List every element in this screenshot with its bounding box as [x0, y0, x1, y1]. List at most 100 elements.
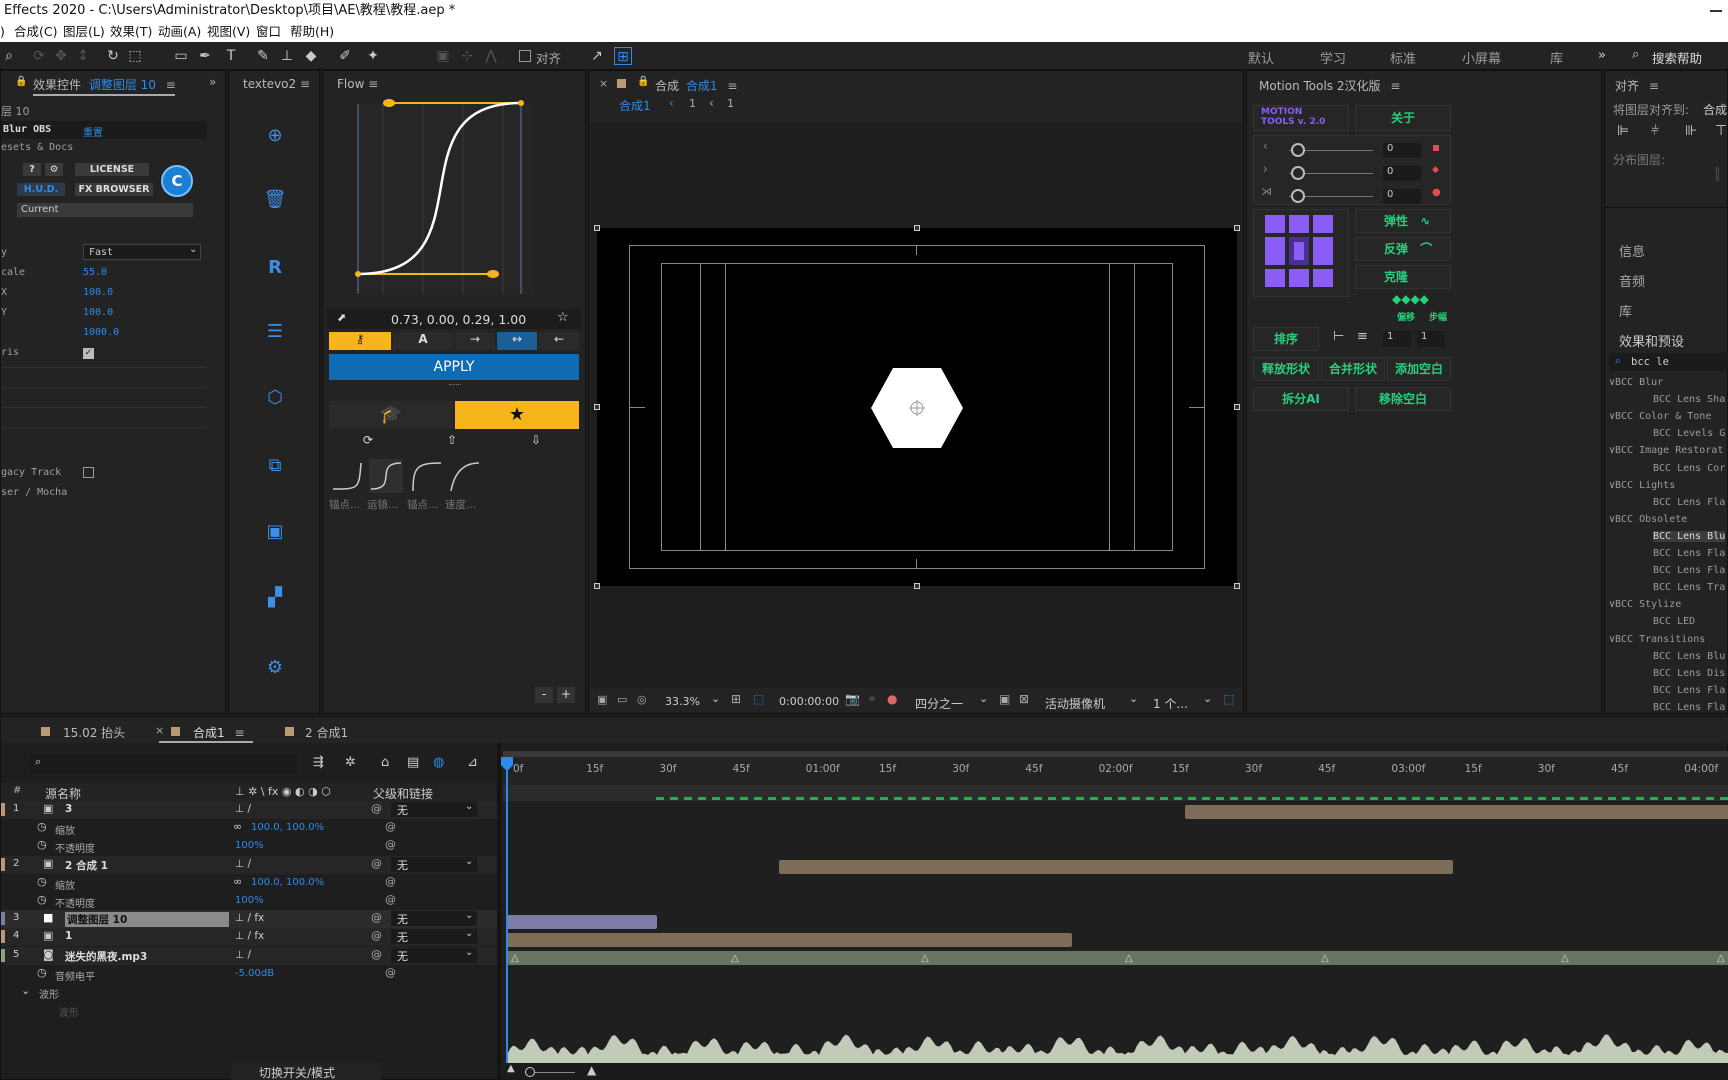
- license-button[interactable]: LICENSE: [75, 163, 149, 176]
- panel-overflow-icon[interactable]: »: [209, 75, 216, 89]
- workspace-overflow-icon[interactable]: »: [1598, 48, 1606, 63]
- expression-pickwhip-icon[interactable]: @: [385, 838, 396, 851]
- layer-switches[interactable]: ⊥ /: [235, 803, 251, 815]
- col-source-name[interactable]: 源名称: [45, 785, 81, 802]
- layer-search[interactable]: [29, 755, 297, 773]
- slider-1-square-icon[interactable]: [1433, 145, 1439, 151]
- seq-field-b[interactable]: 1: [1417, 331, 1445, 347]
- param-ris-checkbox[interactable]: ✓: [83, 348, 94, 359]
- property-value[interactable]: 100.0, 100.0%: [235, 877, 324, 888]
- layer-row[interactable]: 1 ▣ 3 ⊥ / @ 无 ⌄: [1, 801, 501, 819]
- split-ai-button[interactable]: 拆分AI: [1253, 387, 1349, 411]
- layer-3-bar[interactable]: [507, 915, 657, 929]
- marker-icon[interactable]: △: [1321, 953, 1329, 964]
- about-button[interactable]: 关于: [1355, 105, 1451, 131]
- slider-2-field[interactable]: 0: [1383, 166, 1421, 181]
- monitor-icon[interactable]: ▭: [617, 693, 627, 706]
- effect-category[interactable]: ∨BCC Blur: [1609, 377, 1663, 388]
- effect-preset-item[interactable]: BCC Lens Cor: [1653, 463, 1725, 474]
- search-help-input[interactable]: 搜索帮助: [1652, 48, 1702, 67]
- label-color-swatch[interactable]: [1, 930, 5, 944]
- nav-prev-icon[interactable]: ‹: [709, 96, 714, 110]
- views-value[interactable]: 1 个...: [1153, 695, 1188, 712]
- flow-tab[interactable]: Flow ≡: [337, 77, 378, 91]
- dolly-tool-icon[interactable]: ↕: [74, 47, 92, 65]
- legacy-track-checkbox[interactable]: [83, 467, 94, 478]
- align-right-icon[interactable]: ⊪: [1685, 123, 1697, 139]
- layer-name[interactable]: 迷失的黑夜.mp3: [65, 949, 147, 964]
- snap-options-icon[interactable]: ⊞: [614, 47, 632, 65]
- panel-menu-icon[interactable]: ≡: [166, 78, 176, 92]
- property-value[interactable]: 100.0, 100.0%: [235, 822, 324, 833]
- list-lines-icon[interactable]: ☰: [260, 321, 290, 342]
- resolution-value[interactable]: 四分之一: [915, 695, 963, 712]
- pan-tool-icon[interactable]: ✥: [52, 47, 70, 65]
- effect-category[interactable]: ∨BCC Image Restorat: [1609, 445, 1723, 456]
- anchor-grid[interactable]: [1265, 215, 1337, 287]
- anchor-mr-icon[interactable]: [1313, 237, 1333, 265]
- slider-2-knob[interactable]: [1291, 166, 1305, 180]
- offset-label[interactable]: 偏移: [1397, 310, 1415, 323]
- timeline-zoom-knob[interactable]: [525, 1067, 535, 1077]
- layer-4-bar[interactable]: [507, 933, 1072, 947]
- fit-frame-icon[interactable]: ⊞: [731, 692, 741, 706]
- show-snapshot-icon[interactable]: ⚭: [867, 692, 877, 706]
- settings-icon[interactable]: ⚙: [45, 163, 63, 176]
- fx-browser-button[interactable]: FX BROWSER: [75, 183, 153, 196]
- effect-preset-item[interactable]: BCC Levels G: [1653, 428, 1725, 439]
- handle-ml[interactable]: [594, 404, 600, 410]
- panel-menu-icon[interactable]: ≡: [368, 77, 378, 91]
- slider-3-knob[interactable]: [1291, 189, 1305, 203]
- camera-value[interactable]: 活动摄像机: [1045, 695, 1105, 712]
- parent-pickwhip-icon[interactable]: @: [371, 948, 382, 961]
- stopwatch-icon[interactable]: ◷: [37, 893, 47, 906]
- color-channels-icon[interactable]: ●: [887, 692, 897, 706]
- upload-icon[interactable]: ⇧: [447, 433, 457, 447]
- roi-icon[interactable]: ▣: [999, 692, 1010, 706]
- copy-layers-icon[interactable]: ⧉: [260, 455, 290, 476]
- effect-controls-tab[interactable]: 效果控件 调整图层 10 ≡: [33, 76, 176, 93]
- handle-tc[interactable]: [914, 225, 920, 231]
- edit-value-icon[interactable]: ⬈: [337, 311, 346, 324]
- property-value[interactable]: -5.00dB: [235, 968, 274, 979]
- align-to-target[interactable]: 合成: [1703, 101, 1727, 118]
- effect-preset-item[interactable]: BCC Lens Blu: [1653, 651, 1725, 662]
- mode-key-button[interactable]: ⚷: [329, 332, 391, 350]
- hud-button[interactable]: H.U.D.: [17, 183, 65, 196]
- effect-preset-item[interactable]: BCC LED: [1653, 616, 1695, 627]
- vr-icon[interactable]: ◎: [637, 693, 647, 706]
- property-value[interactable]: 100%: [235, 895, 264, 906]
- layer-property-row[interactable]: ◷ 音频电平 -5.00dB @: [1, 965, 501, 983]
- expression-pickwhip-icon[interactable]: @: [385, 966, 396, 979]
- panel-menu-icon[interactable]: ≡: [727, 79, 737, 93]
- preset-curve-2-icon[interactable]: [369, 459, 403, 493]
- camera-tool-icon[interactable]: ⬚: [126, 47, 144, 65]
- layer-row[interactable]: 4 ▣ 1 ⊥ / fx @ 无 ⌄: [1, 928, 501, 947]
- rotate-tool-icon[interactable]: ↻: [104, 47, 122, 65]
- effect-preset-item[interactable]: BCC Lens Fla: [1653, 702, 1725, 713]
- panel-menu-icon[interactable]: ≡: [300, 77, 310, 91]
- shy-icon[interactable]: ⌂: [381, 755, 389, 770]
- marker-icon[interactable]: △: [1561, 953, 1569, 964]
- type-tool-icon[interactable]: T: [222, 47, 240, 65]
- anchor-bc-icon[interactable]: [1289, 269, 1309, 287]
- bounce-button[interactable]: 反弹 ⌒: [1355, 237, 1451, 261]
- comp-mini-flow-icon[interactable]: ⇶: [313, 755, 324, 770]
- gear-icon[interactable]: ⚙: [260, 657, 290, 678]
- param-x-value[interactable]: 100.0: [83, 287, 113, 298]
- anchor-br-icon[interactable]: [1313, 269, 1333, 287]
- zoom-out-mountain-icon[interactable]: ▲: [507, 1063, 515, 1074]
- merge-shape-button[interactable]: 合并形状: [1321, 357, 1385, 381]
- hexagon-shape[interactable]: [870, 367, 964, 449]
- motion-tools-tab[interactable]: Motion Tools 2汉化版 ≡: [1259, 77, 1400, 94]
- graph-editor-icon[interactable]: ⊿: [467, 755, 478, 770]
- layer-switches[interactable]: ⊥ / fx: [235, 930, 264, 942]
- menu-item-view[interactable]: 视图(V): [207, 22, 250, 42]
- menu-item-animation[interactable]: 动画(A): [158, 22, 201, 42]
- mode-text-button[interactable]: A: [393, 332, 453, 350]
- seq-field-a[interactable]: 1: [1383, 331, 1411, 347]
- presets-docs-link[interactable]: esets & Docs: [1, 142, 73, 153]
- parent-pickwhip-icon[interactable]: @: [371, 802, 382, 815]
- bezier-value[interactable]: 0.73, 0.00, 0.29, 1.00: [391, 312, 526, 327]
- align-checkbox[interactable]: [519, 50, 531, 62]
